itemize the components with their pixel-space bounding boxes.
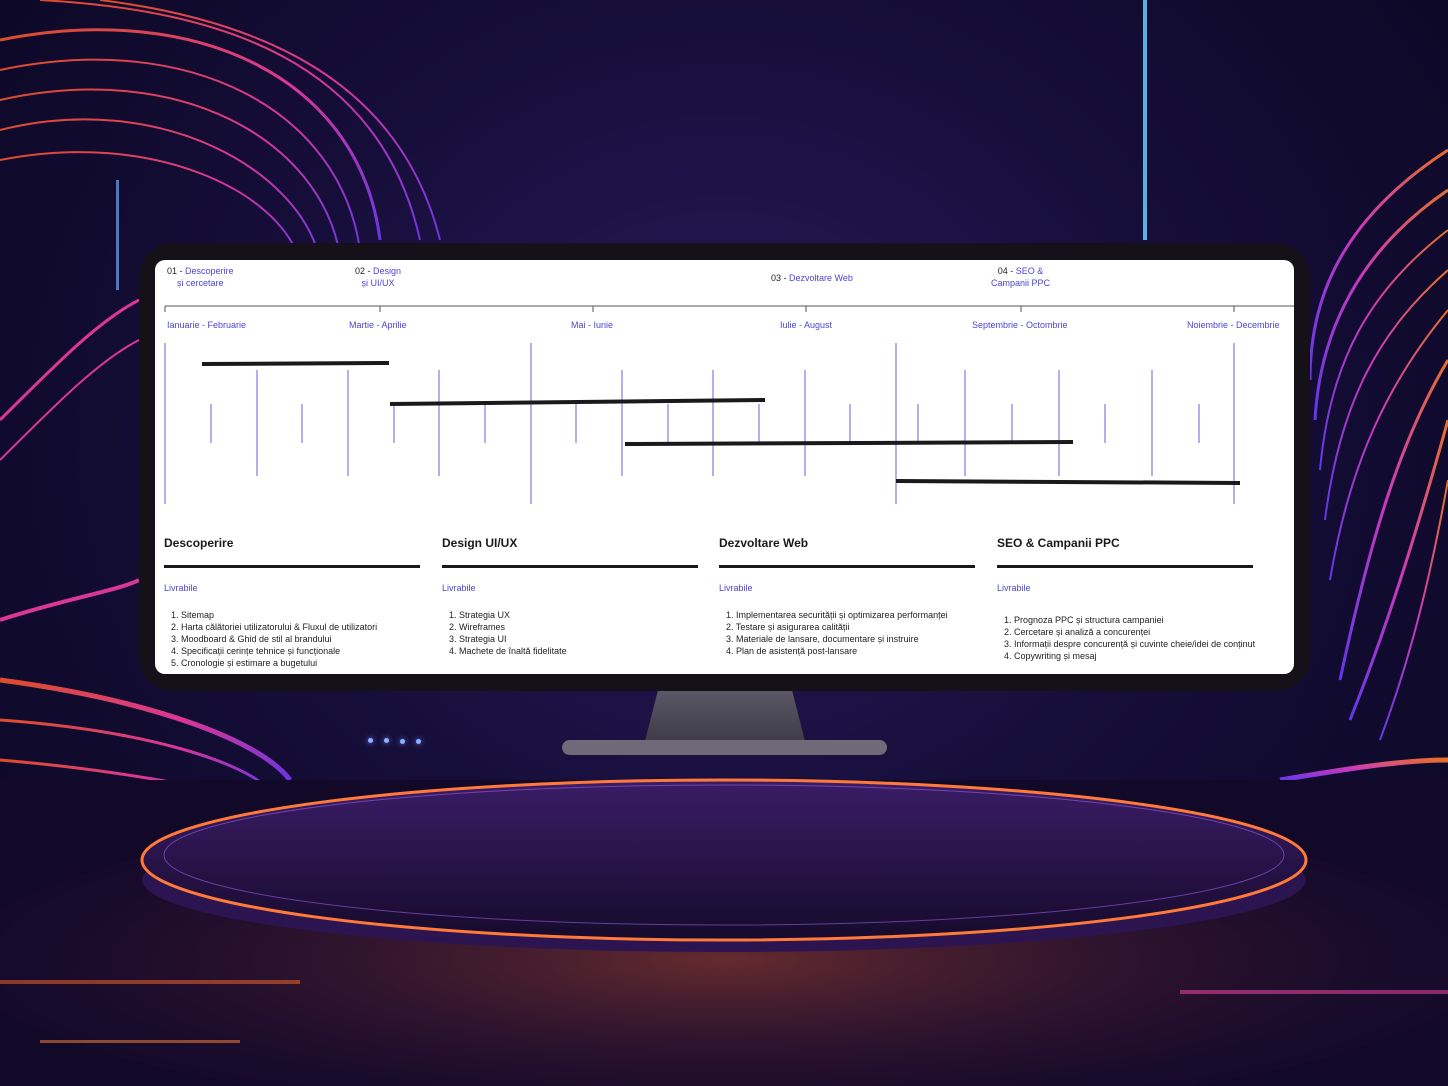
list-item: 3. Informații despre concurență și cuvin… (1004, 639, 1256, 649)
deliverables-list: 1. Sitemap 2. Harta călătoriei utilizato… (164, 609, 426, 669)
column-rule (997, 565, 1253, 568)
phase-bar-1 (201, 361, 390, 366)
month-label-6: Noiembrie - Decembrie (1187, 320, 1280, 330)
month-label-5: Septembrie - Octombrie (972, 320, 1068, 330)
column-rule (164, 565, 420, 568)
list-item: 1. Implementarea securității și optimiza… (726, 610, 948, 620)
column-seo: SEO & Campanii PPC Livrabile 1. Prognoza… (997, 536, 1259, 662)
column-rule (442, 565, 698, 568)
column-title: Descoperire (164, 536, 234, 550)
column-title: SEO & Campanii PPC (997, 536, 1120, 550)
deliverables-label: Livrabile (719, 583, 753, 593)
column-title: Dezvoltare Web (719, 536, 809, 550)
list-item: 4. Machete de înaltă fidelitate (449, 646, 567, 656)
deliverables-label: Livrabile (164, 583, 198, 593)
monitor-stand (645, 691, 805, 741)
list-item: 2. Wireframes (449, 622, 506, 632)
list-item: 3. Strategia UI (449, 634, 507, 644)
column-descoperire: Descoperire Livrabile 1. Sitemap 2. Hart… (164, 536, 426, 669)
deliverables-label: Livrabile (442, 583, 476, 593)
column-design: Design UI/UX Livrabile 1. Strategia UX 2… (442, 536, 704, 657)
list-item: 1. Strategia UX (449, 610, 511, 620)
column-dezvoltare: Dezvoltare Web Livrabile 1. Implementare… (719, 536, 981, 657)
deliverables-list: 1. Implementarea securității și optimiza… (719, 609, 981, 657)
deliverables-list: 1. Prognoza PPC și structura campaniei 2… (997, 614, 1259, 662)
list-item: 1. Prognoza PPC și structura campaniei (1004, 615, 1164, 625)
column-rule (719, 565, 975, 568)
list-item: 2. Harta călătoriei utilizatorului & Flu… (171, 622, 378, 632)
list-item: 4. Specificații cerințe tehnice și funcț… (171, 646, 341, 656)
deliverables-label: Livrabile (997, 583, 1031, 593)
list-item: 2. Testare și asigurarea calității (726, 622, 850, 632)
list-item: 3. Moodboard & Ghid de stil al brandului (171, 634, 332, 644)
phase-bar-4 (895, 479, 1241, 485)
list-item: 3. Materiale de lansare, documentare și … (726, 634, 919, 644)
list-item: 1. Sitemap (171, 610, 215, 620)
list-item: 4. Copywriting și mesaj (1004, 651, 1097, 661)
month-label-1: Ianuarie - Februarie (167, 320, 247, 330)
list-item: 4. Plan de asistență post-lansare (726, 646, 858, 656)
grid-lines (164, 343, 1235, 504)
deliverables-list: 1. Strategia UX 2. Wireframes 3. Strateg… (442, 609, 704, 657)
monitor-stand-base (562, 740, 887, 755)
phase-bar-2 (389, 398, 766, 406)
list-item: 2. Cercetare și analiză a concurenței (1004, 627, 1151, 637)
list-item: 5. Cronologie și estimare a bugetului (171, 658, 318, 668)
phase-bar-3 (624, 440, 1074, 446)
timeline-screen: 01 - Descoperire și cercetare 02 - Desig… (155, 260, 1294, 674)
month-label-3: Mai - Iunie (571, 320, 614, 330)
column-title: Design UI/UX (442, 536, 518, 550)
month-label-2: Martie - Aprilie (349, 320, 407, 330)
month-label-4: Iulie - August (780, 320, 833, 330)
